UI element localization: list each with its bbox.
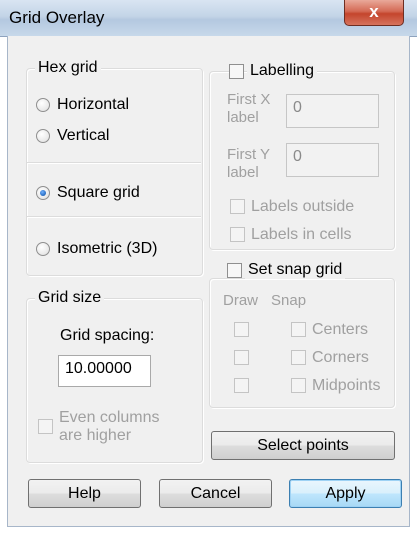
close-button[interactable]: x bbox=[344, 0, 404, 26]
midpoints-label: Midpoints bbox=[312, 377, 381, 394]
snap-header: Snap bbox=[271, 292, 307, 309]
draw-centers-checkbox bbox=[234, 322, 249, 337]
first-y-label-line1: First Y bbox=[227, 146, 271, 163]
first-x-label-line2: label bbox=[227, 109, 259, 126]
window-title: Grid Overlay bbox=[9, 8, 105, 27]
snap-midpoints-checkbox bbox=[291, 378, 306, 393]
even-columns-label-line2: are higher bbox=[59, 427, 132, 444]
help-button[interactable]: Help bbox=[28, 479, 141, 508]
grid-spacing-label: Grid spacing: bbox=[60, 327, 155, 344]
labels-in-cells-checkbox bbox=[230, 227, 245, 242]
labelling-legend[interactable]: Labelling bbox=[247, 62, 318, 80]
first-y-label-line2: label bbox=[227, 164, 259, 181]
draw-midpoints-checkbox bbox=[234, 378, 249, 393]
hex-grid-legend: Hex grid bbox=[35, 59, 101, 77]
even-columns-label-line1: Even columns bbox=[59, 409, 160, 426]
vertical-radio[interactable] bbox=[36, 129, 50, 143]
dialog-body: Hex grid Horizontal Vertical Square grid… bbox=[7, 36, 410, 527]
grid-spacing-input[interactable]: 10.00000 bbox=[58, 355, 151, 387]
labels-outside-checkbox bbox=[230, 199, 245, 214]
grid-size-legend: Grid size bbox=[35, 289, 105, 307]
apply-button[interactable]: Apply bbox=[289, 479, 402, 508]
separator-1 bbox=[27, 162, 201, 164]
close-icon: x bbox=[369, 2, 379, 21]
snap-corners-checkbox bbox=[291, 350, 306, 365]
draw-corners-checkbox bbox=[234, 350, 249, 365]
set-snap-grid-checkbox[interactable] bbox=[227, 263, 242, 278]
square-grid-radio[interactable] bbox=[36, 186, 50, 200]
isometric-radio[interactable] bbox=[36, 242, 50, 256]
square-grid-label[interactable]: Square grid bbox=[57, 183, 140, 202]
separator-2 bbox=[27, 216, 201, 218]
first-y-input: 0 bbox=[286, 143, 379, 177]
select-points-button[interactable]: Select points bbox=[211, 431, 395, 460]
corners-label: Corners bbox=[312, 349, 369, 366]
draw-header: Draw bbox=[223, 292, 259, 309]
labels-in-cells-label: Labels in cells bbox=[251, 226, 352, 243]
centers-label: Centers bbox=[312, 321, 369, 338]
horizontal-label[interactable]: Horizontal bbox=[57, 95, 129, 114]
snap-centers-checkbox bbox=[291, 322, 306, 337]
title-bar: Grid Overlay x bbox=[0, 0, 417, 37]
cancel-button[interactable]: Cancel bbox=[159, 479, 272, 508]
isometric-label[interactable]: Isometric (3D) bbox=[57, 239, 157, 258]
first-x-label-line1: First X bbox=[227, 91, 271, 108]
first-x-input: 0 bbox=[286, 94, 379, 128]
labelling-checkbox[interactable] bbox=[229, 64, 244, 79]
even-columns-checkbox bbox=[38, 419, 53, 434]
labels-outside-label: Labels outside bbox=[251, 198, 355, 215]
set-snap-grid-legend[interactable]: Set snap grid bbox=[245, 261, 346, 279]
vertical-label[interactable]: Vertical bbox=[57, 126, 109, 145]
horizontal-radio[interactable] bbox=[36, 98, 50, 112]
